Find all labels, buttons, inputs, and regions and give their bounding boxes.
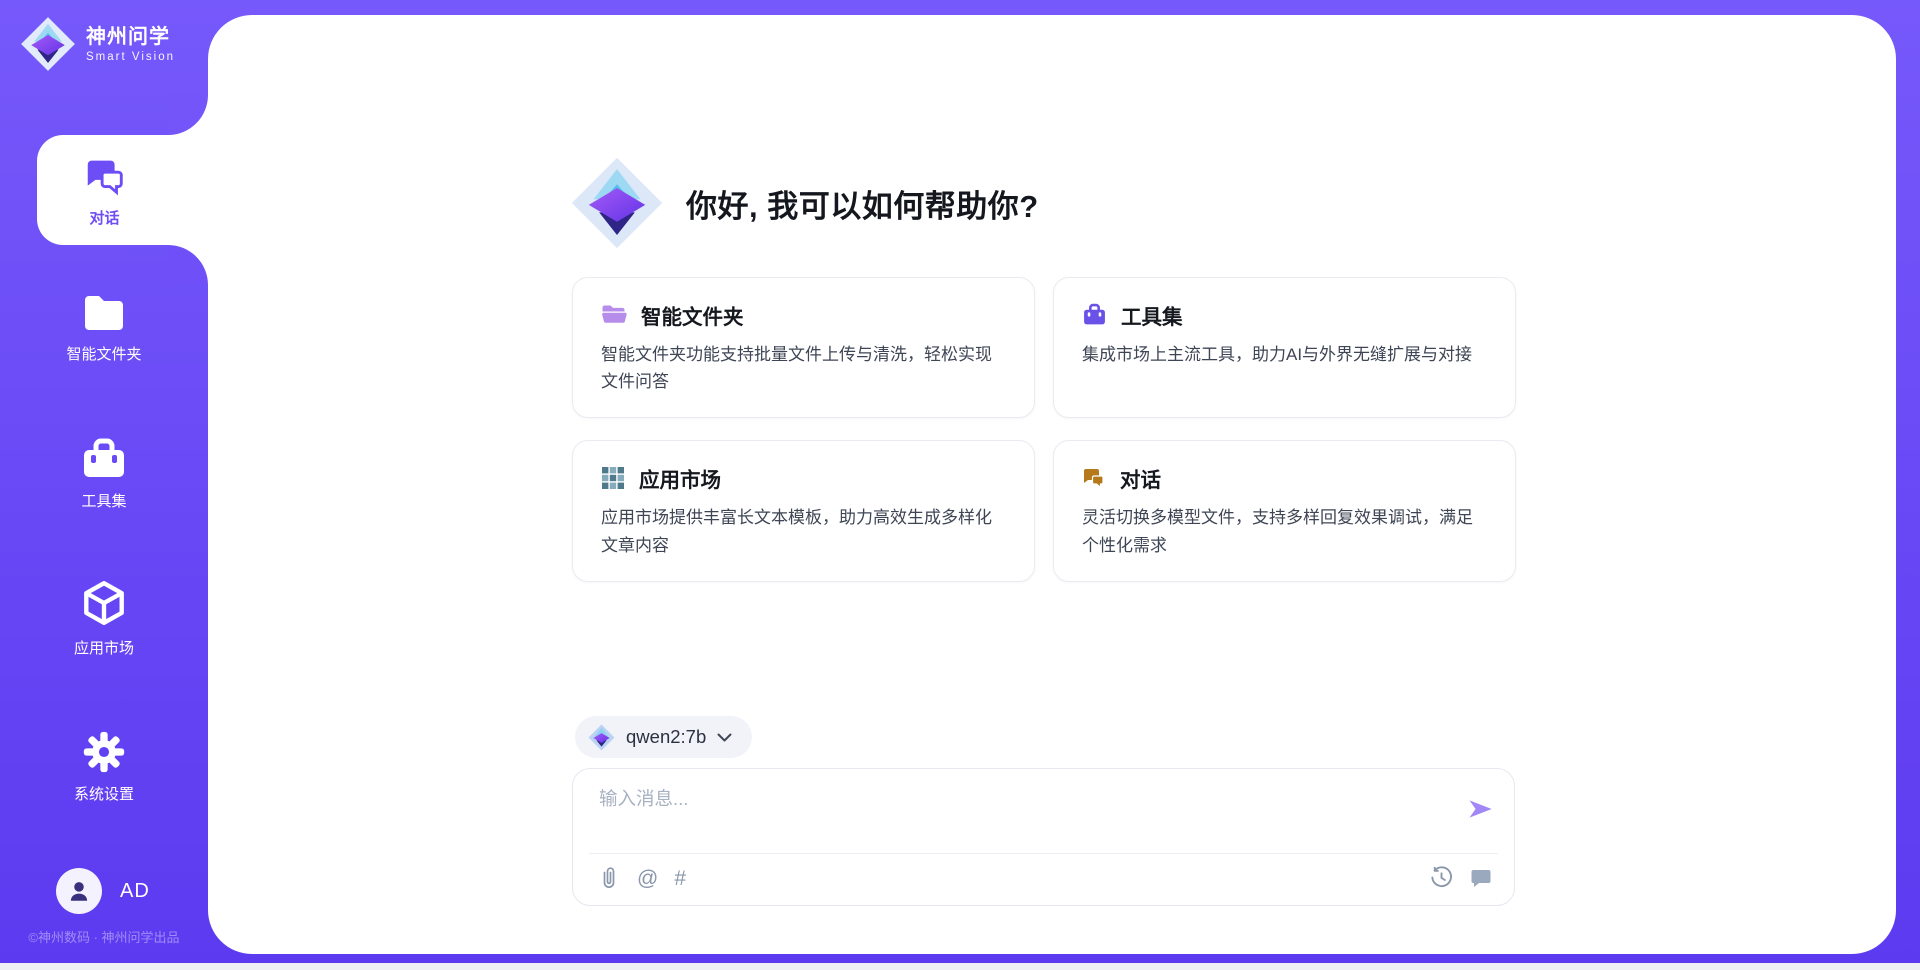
card-title: 智能文件夹	[641, 300, 744, 330]
brand-name: 神州问学	[86, 26, 175, 49]
sidebar-item-settings[interactable]: 系统设置	[0, 730, 208, 804]
toolbox-icon	[1082, 303, 1107, 327]
chat-bubble-icon[interactable]	[1469, 866, 1493, 890]
sidebar-item-label: 智能文件夹	[66, 343, 141, 364]
card-title: 应用市场	[639, 463, 721, 493]
card-description: 智能文件夹功能支持批量文件上传与清洗，轻松实现文件问答	[601, 341, 1006, 395]
model-label: qwen2:7b	[626, 726, 706, 748]
gem-logo-icon	[570, 156, 664, 250]
card-description: 应用市场提供丰富长文本模板，助力高效生成多样化文章内容	[601, 504, 1006, 558]
brand-text: 神州问学 Smart Vision	[86, 26, 175, 63]
model-selector[interactable]: qwen2:7b	[575, 716, 752, 758]
active-tab-top-fillet	[168, 95, 208, 135]
card-title: 工具集	[1121, 300, 1183, 330]
sidebar-item-toolbox[interactable]: 工具集	[0, 437, 208, 511]
card-description: 灵活切换多模型文件，支持多样回复效果调试，满足个性化需求	[1082, 504, 1487, 558]
sidebar-item-label: 工具集	[81, 490, 126, 511]
toolbox-icon	[80, 437, 128, 481]
cube-icon	[79, 578, 129, 628]
card-description: 集成市场上主流工具，助力AI与外界无缝扩展与对接	[1082, 341, 1487, 368]
gem-logo-icon	[20, 16, 76, 72]
attachment-icon[interactable]	[597, 865, 621, 891]
send-icon[interactable]	[1466, 795, 1494, 823]
person-icon	[66, 878, 92, 904]
chevron-down-icon	[717, 733, 732, 742]
greeting: 你好, 我可以如何帮助你?	[570, 156, 1039, 250]
grid-icon	[601, 466, 625, 490]
feature-cards: 智能文件夹 智能文件夹功能支持批量文件上传与清洗，轻松实现文件问答 工具集 集成…	[572, 277, 1516, 582]
sidebar-item-label: 应用市场	[74, 637, 134, 658]
card-title: 对话	[1120, 463, 1161, 493]
card-app-market[interactable]: 应用市场 应用市场提供丰富长文本模板，助力高效生成多样化文章内容	[572, 440, 1035, 581]
sidebar-item-label: 系统设置	[74, 783, 134, 804]
sidebar: 神州问学 Smart Vision 对话 智能文件夹 工具集 应用市场	[0, 0, 208, 963]
hashtag-icon[interactable]: #	[674, 868, 686, 889]
user-initials: AD	[120, 880, 150, 903]
gear-icon	[82, 730, 126, 774]
chat-icon	[82, 153, 128, 199]
brand-subtitle: Smart Vision	[86, 51, 175, 63]
brand-logo: 神州问学 Smart Vision	[20, 16, 175, 72]
card-smart-folder[interactable]: 智能文件夹 智能文件夹功能支持批量文件上传与清洗，轻松实现文件问答	[572, 277, 1035, 418]
folder-icon	[601, 303, 627, 327]
sidebar-item-app-market[interactable]: 应用市场	[0, 578, 208, 658]
folder-icon	[80, 292, 128, 334]
history-icon[interactable]	[1429, 865, 1454, 890]
active-tab-bottom-fillet	[168, 245, 208, 285]
message-input[interactable]	[573, 769, 1514, 849]
bottom-edge	[0, 963, 1920, 970]
composer-toolbar-left: @ #	[597, 865, 686, 891]
sidebar-item-chat[interactable]: 对话	[37, 135, 208, 245]
chat-icon	[1082, 466, 1106, 490]
message-composer: @ #	[572, 768, 1515, 906]
greeting-text: 你好, 我可以如何帮助你?	[686, 181, 1039, 226]
avatar	[56, 868, 102, 914]
gem-logo-icon	[588, 724, 615, 751]
composer-toolbar-right	[1429, 865, 1493, 890]
user-profile[interactable]: AD	[56, 868, 150, 914]
sidebar-item-smart-folder[interactable]: 智能文件夹	[0, 292, 208, 364]
copyright-text: ©神州数码 · 神州问学出品	[0, 927, 208, 946]
mention-icon[interactable]: @	[637, 868, 658, 889]
card-chat[interactable]: 对话 灵活切换多模型文件，支持多样回复效果调试，满足个性化需求	[1053, 440, 1516, 581]
composer-divider	[589, 853, 1498, 854]
sidebar-item-label: 对话	[89, 207, 119, 228]
card-toolbox[interactable]: 工具集 集成市场上主流工具，助力AI与外界无缝扩展与对接	[1053, 277, 1516, 418]
